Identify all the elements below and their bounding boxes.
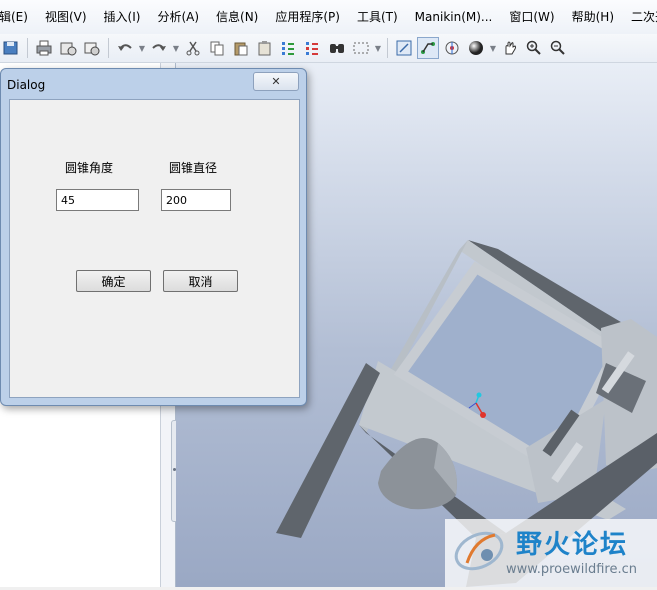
view-icon[interactable]	[393, 37, 415, 59]
copy-icon[interactable]	[206, 37, 228, 59]
spin-center-icon[interactable]	[441, 37, 463, 59]
menu-item-0[interactable]: 辑(E)	[0, 0, 34, 34]
toolbar-separator	[387, 38, 388, 58]
menu-item-2[interactable]: 插入(I)	[93, 0, 147, 34]
shading-dropdown-icon[interactable]: ▼	[489, 37, 497, 59]
main-toolbar: ▼ ▼ ▼ ▼	[0, 34, 657, 63]
cone-diameter-input[interactable]	[161, 189, 231, 211]
lock-icon[interactable]	[57, 37, 79, 59]
menu-item-8[interactable]: 窗口(W)	[498, 0, 560, 34]
redo-icon[interactable]	[148, 37, 170, 59]
cone-diameter-label: 圆锥直径	[169, 161, 218, 175]
menu-item-3[interactable]: 分析(A)	[146, 0, 205, 34]
undo-icon[interactable]	[114, 37, 136, 59]
menu-item-1[interactable]: 视图(V)	[34, 0, 93, 34]
cone-angle-label: 圆锥角度	[65, 161, 114, 175]
regenerate-icon[interactable]	[278, 37, 300, 59]
watermark-url: www.proewildfire.cn	[506, 562, 637, 577]
find-icon[interactable]	[326, 37, 348, 59]
undo-dropdown-icon[interactable]: ▼	[138, 37, 146, 59]
select-box-icon[interactable]	[350, 37, 372, 59]
toolbar-separator	[27, 38, 28, 58]
shading-icon[interactable]	[465, 37, 487, 59]
zoom-in-icon[interactable]	[523, 37, 545, 59]
cut-icon[interactable]	[182, 37, 204, 59]
watermark-logo-icon	[454, 531, 504, 571]
print-icon[interactable]	[33, 37, 55, 59]
dialog-client-area: 圆锥角度 圆锥直径 确定 取消	[9, 99, 300, 398]
menu-item-6[interactable]: 工具(T)	[346, 0, 404, 34]
menu-item-10[interactable]: 二次开发	[620, 0, 657, 34]
paste-special-icon[interactable]	[254, 37, 276, 59]
select-dropdown-icon[interactable]: ▼	[374, 37, 382, 59]
menu-item-5[interactable]: 应用程序(P)	[264, 0, 346, 34]
datum-icon[interactable]	[417, 37, 439, 59]
menu-bar: 辑(E) 视图(V) 插入(I) 分析(A) 信息(N) 应用程序(P) 工具(T) Mani…	[0, 0, 657, 35]
menu-item-4[interactable]: 信息(N)	[205, 0, 264, 34]
cone-parameters-dialog: Dialog ✕ 圆锥角度 圆锥直径 确定 取消	[0, 68, 307, 406]
watermark-title: 野火论坛	[516, 530, 629, 560]
zoom-out-icon[interactable]	[547, 37, 569, 59]
cancel-button[interactable]: 取消	[163, 270, 238, 292]
cone-angle-input[interactable]	[56, 189, 139, 211]
menu-item-9[interactable]: 帮助(H)	[561, 0, 620, 34]
menu-item-7[interactable]: Manikin(M)...	[404, 0, 499, 34]
window-icon[interactable]	[81, 37, 103, 59]
paste-icon[interactable]	[230, 37, 252, 59]
regenerate-manager-icon[interactable]	[302, 37, 324, 59]
close-button[interactable]: ✕	[253, 72, 299, 91]
save-icon[interactable]	[0, 37, 22, 59]
pan-icon[interactable]	[499, 37, 521, 59]
dialog-title: Dialog	[7, 78, 46, 92]
redo-dropdown-icon[interactable]: ▼	[172, 37, 180, 59]
ok-button[interactable]: 确定	[76, 270, 151, 292]
toolbar-separator	[108, 38, 109, 58]
